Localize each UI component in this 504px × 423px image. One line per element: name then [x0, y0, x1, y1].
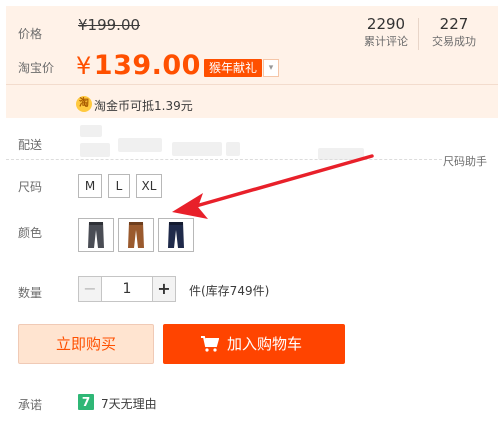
size-option-l[interactable]: L — [108, 174, 130, 198]
stat-divider — [418, 18, 419, 50]
blurred-location — [80, 143, 110, 157]
blurred-delivery-info — [172, 142, 222, 156]
size-helper-link[interactable]: 尺码助手 — [443, 153, 487, 169]
reviews-caption: 累计评论 — [364, 35, 408, 48]
add-to-cart-label: 加入购物车 — [227, 335, 303, 353]
size-label: 尺码 — [18, 180, 43, 194]
quantity-label: 数量 — [18, 286, 43, 300]
stat-reviews[interactable]: 2290 累计评论 — [356, 14, 416, 50]
color-option-dark-grey[interactable] — [78, 218, 114, 252]
buy-now-button[interactable]: 立即购买 — [18, 324, 154, 364]
navy-pants-icon — [168, 222, 184, 248]
size-option-xl[interactable]: XL — [136, 174, 162, 198]
blurred-delivery-info — [226, 142, 240, 156]
add-to-cart-button[interactable]: 加入购物车 — [163, 324, 345, 364]
price-label: 价格 — [18, 27, 43, 41]
promo-tag[interactable]: 猴年献礼 — [204, 59, 263, 77]
original-price: ¥199.00 — [78, 16, 141, 34]
cart-icon — [201, 336, 219, 352]
quantity-decrease-button[interactable]: − — [78, 276, 102, 302]
quantity-input[interactable]: 1 — [101, 276, 153, 302]
delivery-label: 配送 — [18, 138, 43, 152]
reviews-count: 2290 — [366, 15, 406, 33]
promo-price: ¥139.00 — [76, 50, 201, 81]
blurred-location — [80, 125, 102, 137]
quantity-increase-button[interactable]: + — [152, 276, 176, 302]
color-label: 颜色 — [18, 226, 43, 240]
dashed-divider — [6, 159, 442, 160]
promo-price-value: 139.00 — [93, 50, 201, 81]
coin-divider — [6, 84, 498, 85]
currency-symbol: ¥ — [76, 52, 92, 80]
promo-price-label: 淘宝价 — [18, 61, 55, 75]
size-option-m[interactable]: M — [78, 174, 102, 198]
dark-grey-pants-icon — [88, 222, 104, 248]
brown-pants-icon — [128, 222, 144, 248]
transactions-caption: 交易成功 — [432, 35, 476, 48]
promise-text[interactable]: 7天无理由 — [101, 395, 157, 412]
seven-day-return-icon: 7 — [78, 394, 94, 410]
coin-discount-text: 淘金币可抵1.39元 — [94, 99, 193, 113]
promise-label: 承诺 — [18, 398, 43, 412]
color-option-navy[interactable] — [158, 218, 194, 252]
color-option-brown[interactable] — [118, 218, 154, 252]
stock-text: 件(库存749件) — [189, 284, 270, 298]
taobao-coin-icon: 淘 — [76, 96, 92, 112]
transactions-count: 227 — [439, 15, 469, 33]
stat-transactions[interactable]: 227 交易成功 — [424, 14, 484, 50]
chevron-down-icon[interactable]: ▾ — [263, 59, 279, 77]
blurred-location — [118, 138, 162, 152]
